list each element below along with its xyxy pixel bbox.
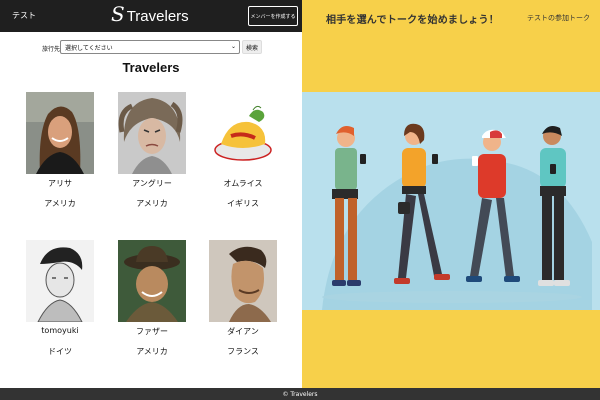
member-name: アリサ (48, 179, 72, 188)
chevron-down-icon: ⌄ (230, 43, 236, 50)
member-name: オムライス (223, 179, 263, 188)
start-talk-prompt: 相手を選んでトークを始めましょう！ (326, 15, 499, 26)
member-country: ドイツ (48, 347, 72, 356)
member-photo-man-profile[interactable] (209, 240, 277, 322)
member-card[interactable]: ダイアン フランス (208, 240, 278, 357)
create-member-button[interactable]: メンバーを作成する (248, 6, 298, 26)
member-country: イギリス (227, 199, 259, 208)
logo-mark-icon: S (111, 2, 125, 26)
member-card[interactable]: tomoyuki ドイツ (25, 240, 95, 357)
member-photo-omelette-rice[interactable] (209, 92, 277, 174)
destination-label: 旅行先 (42, 46, 61, 53)
member-list-panel: 旅行先 選択してください ⌄ 検索 Travelers アリサ アメリカ アング… (0, 32, 302, 388)
destination-select-value: 選択してください (65, 44, 113, 52)
copyright-text: © Travelers (282, 390, 318, 398)
member-country: アメリカ (44, 199, 76, 208)
joined-talks-link[interactable]: テストの参加トーク (527, 13, 590, 23)
member-card[interactable]: オムライス イギリス (208, 92, 278, 209)
section-title: Travelers (122, 60, 180, 75)
member-name: アングリー (132, 179, 172, 188)
member-card[interactable]: アングリー アメリカ (117, 92, 187, 209)
member-photo-old-man-hat[interactable] (118, 240, 186, 322)
app-logo[interactable]: S Travelers (111, 4, 189, 28)
member-name: tomoyuki (41, 326, 79, 335)
member-country: アメリカ (136, 347, 168, 356)
header-bar: テスト S Travelers メンバーを作成する (0, 0, 302, 32)
member-card[interactable]: アリサ アメリカ (25, 92, 95, 209)
talk-panel: 相手を選んでトークを始めましょう！ テストの参加トーク (302, 0, 600, 388)
people-with-phones-illustration (302, 92, 600, 310)
member-photo-man-sketch[interactable] (26, 240, 94, 322)
footer: © Travelers (0, 388, 600, 400)
search-button[interactable]: 検索 (242, 40, 262, 54)
member-photo-woman-smiling[interactable] (26, 92, 94, 174)
member-card[interactable]: ファザー アメリカ (117, 240, 187, 357)
member-name: ダイアン (227, 327, 259, 336)
member-country: アメリカ (136, 199, 168, 208)
destination-select[interactable]: 選択してください ⌄ (60, 40, 240, 54)
user-name[interactable]: テスト (12, 10, 36, 21)
member-name: ファザー (136, 327, 168, 336)
app-title: Travelers (126, 7, 189, 25)
member-photo-angry-woman[interactable] (118, 92, 186, 174)
member-country: フランス (227, 347, 259, 356)
